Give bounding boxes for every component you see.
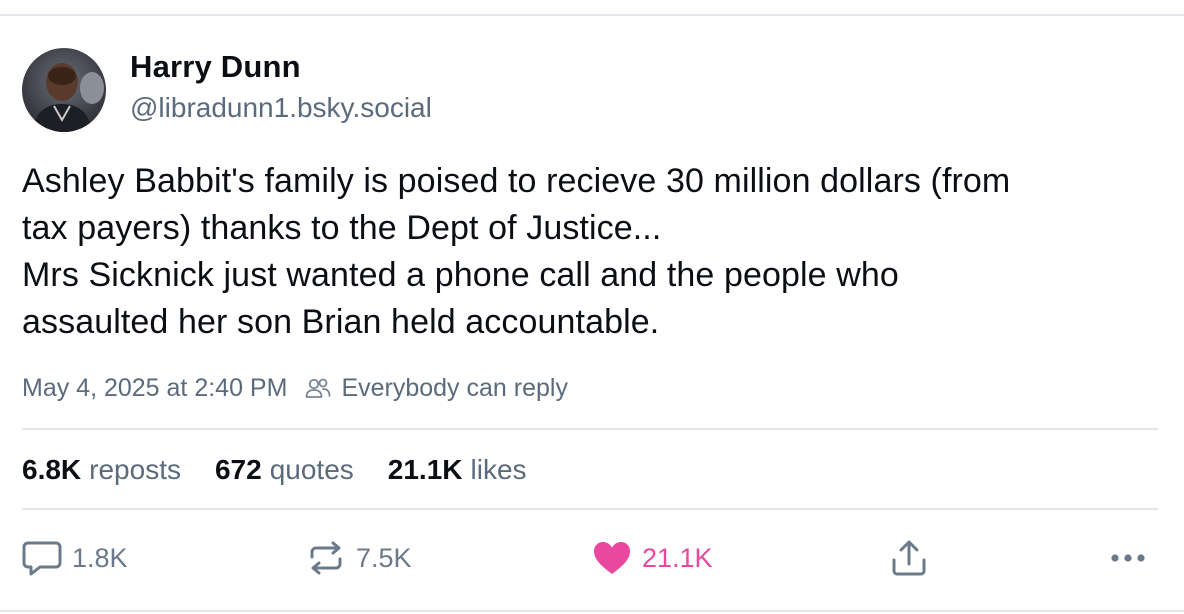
- reposts-stat[interactable]: 6.8K reposts: [22, 454, 181, 486]
- likes-stat[interactable]: 21.1K likes: [388, 454, 527, 486]
- avatar[interactable]: [22, 48, 106, 132]
- author-handle[interactable]: @libradunn1.bsky.social: [130, 89, 432, 127]
- post-text-line: assaulted her son Brian held accountable…: [22, 303, 660, 341]
- divider: [22, 508, 1158, 510]
- heart-icon: [592, 540, 632, 576]
- ellipsis-icon: [1110, 553, 1146, 563]
- reply-count: 1.8K: [72, 542, 128, 573]
- post-text-line: tax payers) thanks to the Dept of Justic…: [22, 209, 662, 247]
- likes-count: 21.1K: [387, 454, 463, 485]
- engagement-stats: 6.8K reposts 672 quotes 21.1K likes: [22, 450, 561, 490]
- reposts-label: reposts: [89, 454, 181, 485]
- avatar-photo-icon: [22, 48, 106, 132]
- reply-setting[interactable]: Everybody can reply: [341, 374, 568, 403]
- quotes-label: quotes: [269, 454, 354, 485]
- bottom-divider: [0, 610, 1184, 612]
- repost-button[interactable]: 7.5K: [306, 534, 412, 582]
- repost-count: 7.5K: [356, 542, 412, 573]
- share-icon: [890, 538, 928, 578]
- quotes-count: 672: [214, 454, 262, 485]
- divider: [22, 428, 1158, 430]
- like-count: 21.1K: [642, 542, 713, 573]
- reply-button[interactable]: 1.8K: [22, 534, 128, 582]
- quotes-stat[interactable]: 672 quotes: [215, 454, 354, 486]
- speech-bubble-icon: [22, 539, 62, 577]
- share-button[interactable]: [890, 534, 938, 582]
- post-text-line: Mrs Sicknick just wanted a phone call an…: [22, 256, 899, 294]
- post-meta: May 4, 2025 at 2:40 PM Everybody can rep…: [22, 370, 568, 406]
- likes-label: likes: [470, 454, 527, 485]
- top-divider: [0, 14, 1184, 16]
- people-icon: [305, 377, 331, 399]
- reposts-count: 6.8K: [22, 454, 82, 485]
- post-text-line: Ashley Babbit's family is poised to reci…: [22, 162, 1011, 200]
- action-bar: 1.8K 7.5K 21.1K: [0, 534, 1184, 582]
- like-button[interactable]: 21.1K: [592, 534, 713, 582]
- author-display-name[interactable]: Harry Dunn: [130, 47, 432, 87]
- post-text: Ashley Babbit's family is poised to reci…: [22, 158, 1172, 346]
- post-header: Harry Dunn @libradunn1.bsky.social: [22, 48, 432, 132]
- repost-arrows-icon: [306, 539, 346, 577]
- more-options-button[interactable]: [1110, 534, 1156, 582]
- post-timestamp: May 4, 2025 at 2:40 PM: [22, 373, 288, 402]
